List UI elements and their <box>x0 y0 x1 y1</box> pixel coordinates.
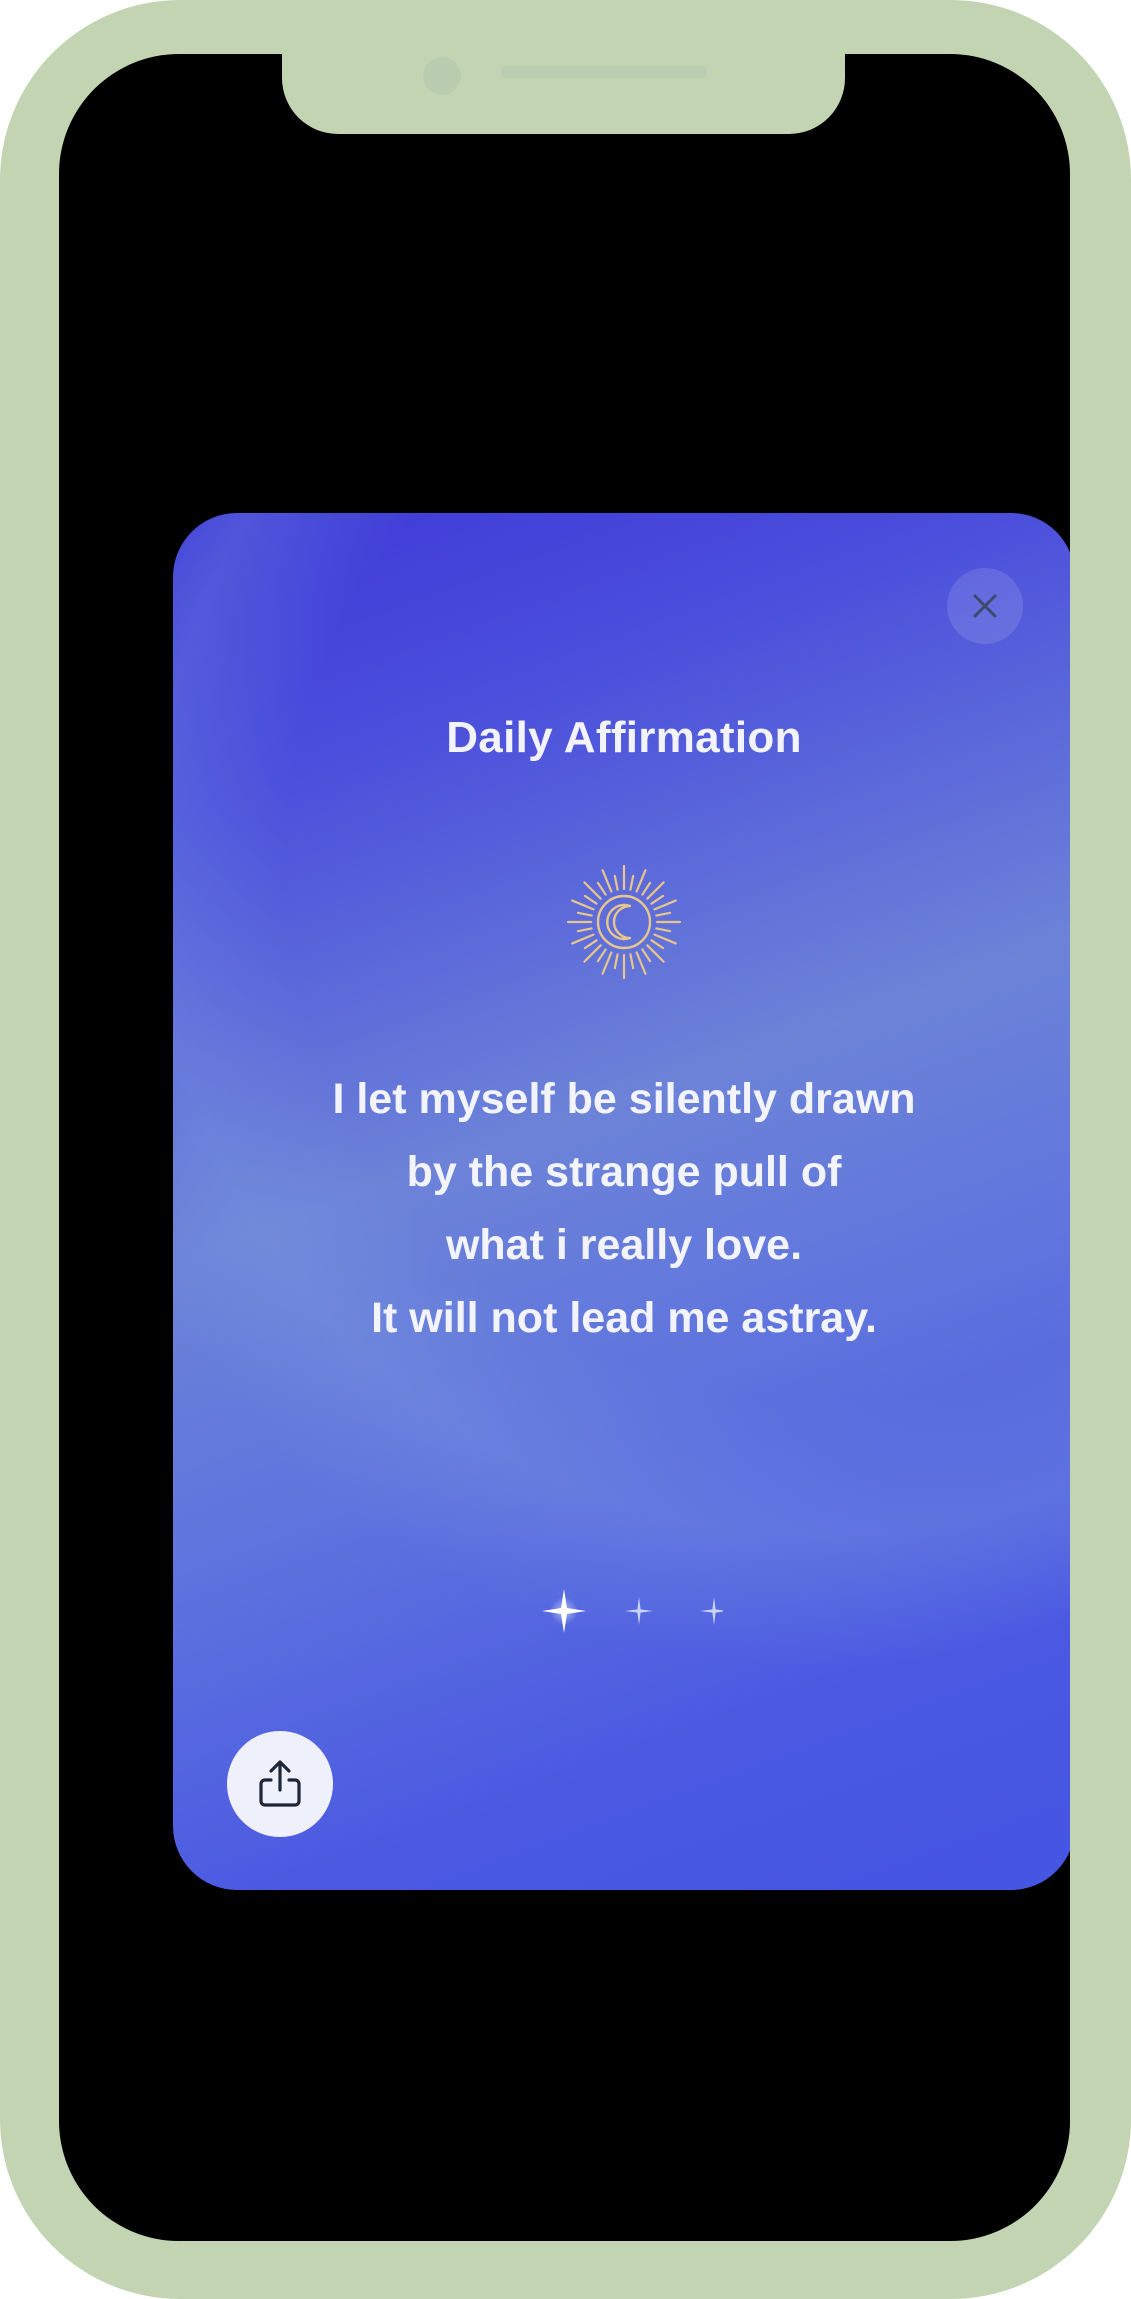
sun-ray <box>596 948 607 963</box>
affirmation-line: It will not lead me astray. <box>371 1294 877 1342</box>
close-icon <box>973 594 997 618</box>
share-icon <box>259 1760 301 1807</box>
sun-ray <box>613 874 619 891</box>
sun-ray <box>635 951 647 975</box>
sun-ray <box>655 911 672 917</box>
sun-ray <box>653 933 677 945</box>
sun-ray <box>635 869 647 893</box>
phone-mockup: Daily Affirmation I let myself be silent… <box>0 0 1131 2299</box>
sun-ray <box>641 948 652 963</box>
sun-ray <box>629 874 635 891</box>
sun-ray <box>650 894 665 905</box>
share-button[interactable] <box>227 1731 333 1837</box>
sun-ray <box>641 881 652 896</box>
affirmation-text: I let myself be silently drawn by the st… <box>173 1063 1070 1355</box>
sun-ray <box>571 899 595 911</box>
affirmation-line: I let myself be silently drawn <box>332 1075 916 1123</box>
sun-ray <box>571 933 595 945</box>
sun-ray <box>613 953 619 970</box>
affirmation-card: Daily Affirmation I let myself be silent… <box>173 513 1070 1890</box>
sun-ray <box>655 927 672 933</box>
affirmation-line: what i really love. <box>445 1221 803 1269</box>
sun-ray <box>601 869 613 893</box>
sun-ray <box>650 939 665 950</box>
sun-ray <box>583 939 598 950</box>
sun-ray <box>576 911 593 917</box>
sun-ray <box>596 881 607 896</box>
phone-screen: Daily Affirmation I let myself be silent… <box>59 54 1070 2241</box>
sun-ray <box>601 951 613 975</box>
sun-ray <box>583 894 598 905</box>
speaker-grille <box>501 66 707 78</box>
sun-ray <box>576 927 593 933</box>
sun-ray <box>653 899 677 911</box>
sparkle-icon <box>542 1589 723 1633</box>
front-camera <box>423 57 461 95</box>
card-title: Daily Affirmation <box>446 713 802 762</box>
close-button[interactable] <box>947 568 1023 644</box>
affirmation-line: by the strange pull of <box>406 1148 842 1196</box>
sun-moon-icon <box>566 864 682 980</box>
sun-ray <box>629 953 635 970</box>
